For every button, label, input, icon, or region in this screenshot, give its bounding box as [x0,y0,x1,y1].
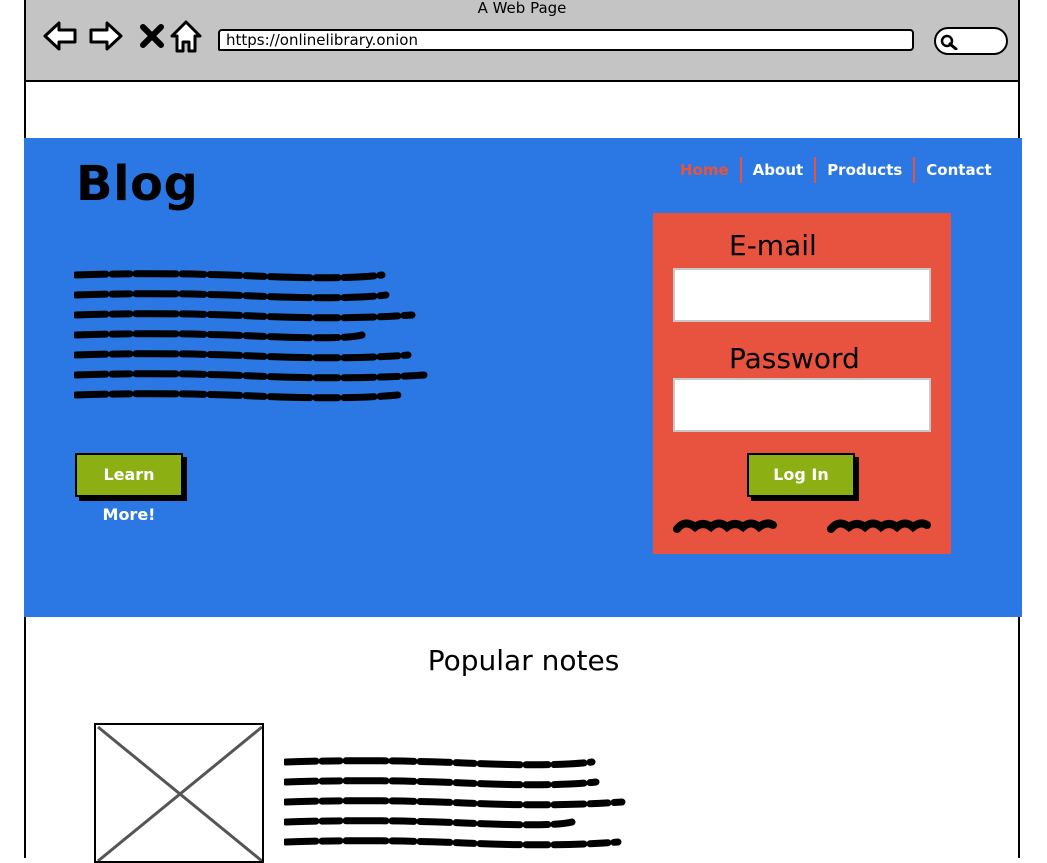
top-nav: Home About Products Contact [669,157,1003,183]
login-button[interactable]: Log In [747,453,855,497]
search-icon [940,34,958,50]
note-text-placeholder [284,757,626,849]
placeholder-text-block [74,270,428,402]
window-title: A Web Page [477,0,567,17]
browser-chrome: A Web Page https://onlinelibrary.onion [24,0,1020,82]
forgot-password-link[interactable] [673,513,777,535]
browser-search-box[interactable] [934,27,1008,55]
password-field[interactable] [673,378,931,432]
home-icon[interactable] [168,18,204,54]
note-image-placeholder [94,723,264,863]
email-label: E-mail [729,229,817,262]
close-x-icon[interactable] [134,18,170,54]
password-label: Password [729,342,860,375]
learn-more-button[interactable]: Learn More! [75,453,183,524]
nav-item-home[interactable]: Home [669,161,740,179]
nav-item-about[interactable]: About [742,161,815,179]
hero-section: Blog Learn More! Home About Products Con… [24,138,1022,617]
register-link[interactable] [827,513,931,535]
back-arrow-icon[interactable] [42,18,78,54]
image-placeholder-icon [97,725,262,861]
nav-item-products[interactable]: Products [816,161,913,179]
nav-item-contact[interactable]: Contact [915,161,1002,179]
email-field[interactable] [673,268,931,322]
page-title: Blog [76,156,199,212]
forward-arrow-icon[interactable] [88,18,124,54]
url-bar[interactable]: https://onlinelibrary.onion [218,29,914,51]
login-form: E-mail Password Log In [653,213,951,554]
section-title: Popular notes [427,644,620,677]
